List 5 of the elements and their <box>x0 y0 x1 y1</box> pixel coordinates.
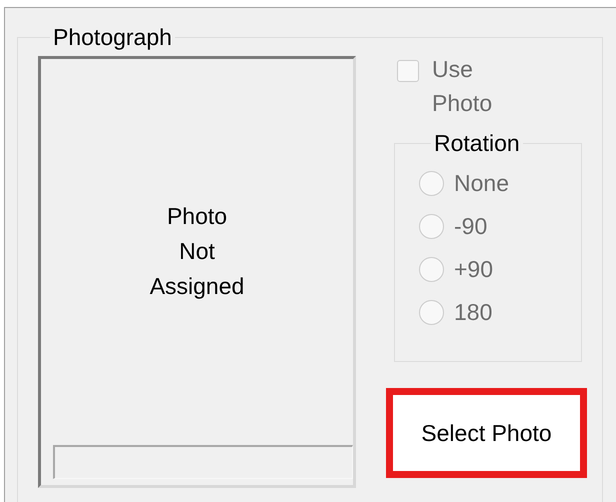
photo-placeholder-text: Photo Not Assigned <box>150 202 244 301</box>
caption-field[interactable] <box>53 445 353 479</box>
group-title: Rotation <box>433 130 521 156</box>
select-photo-button[interactable]: Select Photo <box>386 388 587 478</box>
group-title: Photograph <box>52 24 173 50</box>
